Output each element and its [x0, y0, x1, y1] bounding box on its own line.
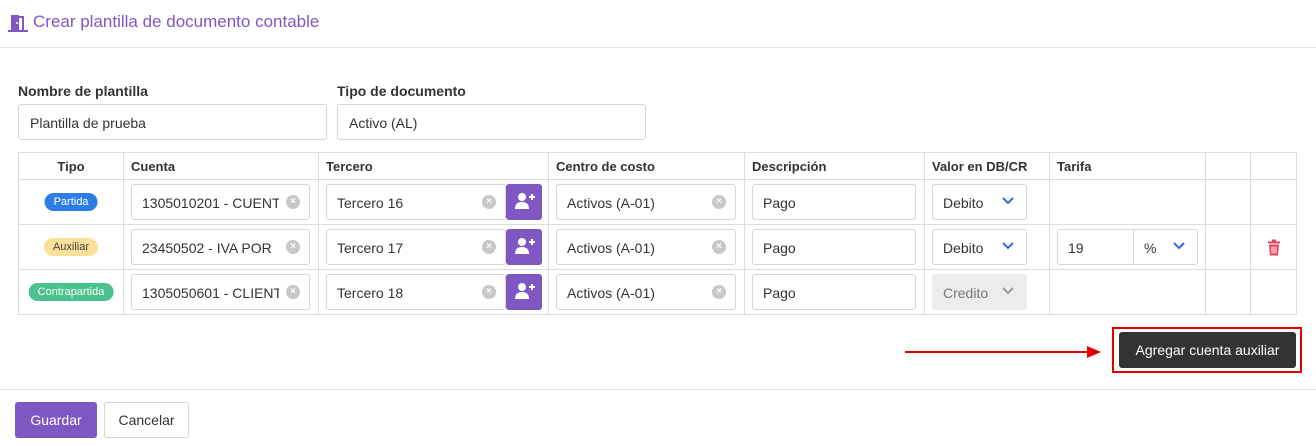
col-header-empty — [1205, 152, 1251, 180]
descripcion-value: Pago — [763, 240, 796, 256]
centro-costo-value: Activos (A-01) — [567, 285, 655, 301]
add-user-icon — [515, 238, 535, 254]
col-header-actions — [1250, 152, 1297, 180]
page-header: Crear plantilla de documento contable — [0, 0, 1316, 48]
centro-costo-value: Activos (A-01) — [567, 240, 655, 256]
valor-dbcr-select[interactable]: Debito — [932, 229, 1027, 265]
tercero-select[interactable]: Tercero 16 × — [326, 184, 506, 220]
tercero-select[interactable]: Tercero 17 × — [326, 229, 506, 265]
clear-icon[interactable]: × — [712, 195, 726, 209]
document-type-select[interactable]: Activo (AL) — [337, 104, 646, 140]
clear-icon[interactable]: × — [482, 285, 496, 299]
valor-dbcr-select: Credito — [932, 274, 1027, 310]
add-tercero-button[interactable] — [506, 229, 542, 265]
cuenta-value: 23450502 - IVA POR — [142, 240, 272, 256]
arrow-annotation — [905, 346, 1101, 358]
clear-icon[interactable]: × — [712, 240, 726, 254]
door-icon — [8, 15, 28, 32]
add-tercero-button[interactable] — [506, 274, 542, 310]
valor-dbcr-value: Credito — [943, 285, 989, 301]
col-header-tercero: Tercero — [318, 152, 549, 180]
tipo-badge-contrapartida: Contrapartida — [28, 283, 114, 301]
col-header-tipo: Tipo — [18, 152, 124, 180]
centro-costo-select[interactable]: Activos (A-01) × — [556, 274, 736, 310]
chevron-down-icon — [1002, 197, 1014, 205]
save-button[interactable]: Guardar — [15, 402, 97, 438]
page-footer: Guardar Cancelar — [0, 389, 1316, 446]
descripcion-value: Pago — [763, 195, 796, 211]
tercero-select[interactable]: Tercero 18 × — [326, 274, 506, 310]
trash-icon[interactable] — [1267, 239, 1281, 256]
cancel-button[interactable]: Cancelar — [104, 402, 189, 438]
clear-icon[interactable]: × — [286, 195, 300, 209]
page-title: Crear plantilla de documento contable — [33, 12, 320, 31]
tercero-value: Tercero 17 — [337, 240, 404, 256]
template-name-label: Nombre de plantilla — [18, 83, 148, 99]
tarifa-value: 19 — [1068, 240, 1084, 256]
chevron-down-icon — [1002, 242, 1014, 250]
descripcion-input[interactable]: Pago — [752, 184, 916, 220]
clear-icon[interactable]: × — [482, 195, 496, 209]
table-header-row: Tipo Cuenta Tercero Centro de costo Desc… — [18, 152, 1297, 180]
cuenta-select[interactable]: 1305010201 - CUENT × — [131, 184, 310, 220]
clear-icon[interactable]: × — [712, 285, 726, 299]
cuenta-select[interactable]: 1305050601 - CLIENT × — [131, 274, 310, 310]
clear-icon[interactable]: × — [482, 240, 496, 254]
descripcion-input[interactable]: Pago — [752, 229, 916, 265]
clear-icon[interactable]: × — [286, 285, 300, 299]
chevron-down-icon — [1173, 242, 1185, 250]
valor-dbcr-value: Debito — [943, 195, 984, 211]
cuenta-value: 1305010201 - CUENT — [142, 195, 279, 211]
centro-costo-select[interactable]: Activos (A-01) × — [556, 229, 736, 265]
document-type-label: Tipo de documento — [337, 83, 466, 99]
tarifa-unit-value[interactable]: % — [1144, 240, 1156, 256]
add-user-icon — [515, 193, 535, 209]
add-auxiliary-account-button[interactable]: Agregar cuenta auxiliar — [1119, 332, 1296, 368]
centro-costo-select[interactable]: Activos (A-01) × — [556, 184, 736, 220]
table-row: Contrapartida 1305050601 - CLIENT × Terce… — [18, 269, 1297, 315]
add-user-icon — [515, 283, 535, 299]
cuenta-select[interactable]: 23450502 - IVA POR × — [131, 229, 310, 265]
col-header-valor: Valor en DB/CR — [924, 152, 1050, 180]
tercero-value: Tercero 16 — [337, 195, 404, 211]
table-row: Auxiliar 23450502 - IVA POR × Tercero 17 ×… — [18, 224, 1297, 270]
accounts-table: Tipo Cuenta Tercero Centro de costo Desc… — [18, 152, 1297, 315]
col-header-tarifa: Tarifa — [1049, 152, 1206, 180]
tarifa-input[interactable]: 19 % — [1057, 229, 1198, 265]
col-header-centro: Centro de costo — [548, 152, 745, 180]
col-header-cuenta: Cuenta — [123, 152, 319, 180]
valor-dbcr-value: Debito — [943, 240, 984, 256]
tarifa-divider — [1133, 230, 1134, 264]
descripcion-value: Pago — [763, 285, 796, 301]
tercero-value: Tercero 18 — [337, 285, 404, 301]
valor-dbcr-select[interactable]: Debito — [932, 184, 1027, 220]
clear-icon[interactable]: × — [286, 240, 300, 254]
centro-costo-value: Activos (A-01) — [567, 195, 655, 211]
tipo-badge-partida: Partida — [44, 193, 98, 211]
chevron-down-icon — [1002, 287, 1014, 295]
add-tercero-button[interactable] — [506, 184, 542, 220]
descripcion-input[interactable]: Pago — [752, 274, 916, 310]
table-row: Partida 1305010201 - CUENT × Tercero 16 × … — [18, 179, 1297, 225]
col-header-descripcion: Descripción — [744, 152, 925, 180]
template-name-input[interactable]: Plantilla de prueba — [18, 104, 327, 140]
cuenta-value: 1305050601 - CLIENT — [142, 285, 279, 301]
tipo-badge-auxiliar: Auxiliar — [43, 238, 99, 256]
